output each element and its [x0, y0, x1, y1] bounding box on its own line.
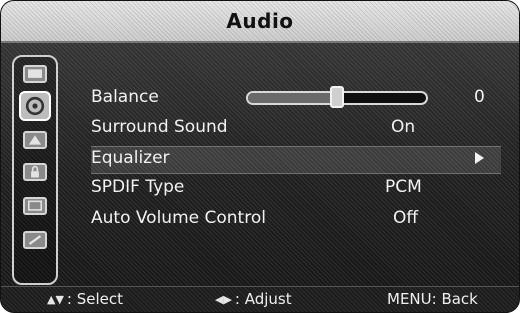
menu-item-auto-volume-control[interactable]: Auto Volume Control Off — [91, 208, 501, 234]
balance-value: 0 — [474, 87, 485, 107]
adjust-hint-text: : Adjust — [234, 290, 292, 308]
surround-sound-value: On — [391, 117, 416, 137]
submenu-arrow-icon — [475, 152, 484, 164]
window-title: Audio — [226, 9, 294, 33]
audio-icon[interactable] — [19, 91, 51, 121]
menu-item-spdif-type[interactable]: SPDIF Type PCM — [91, 177, 501, 203]
auto-volume-control-label: Auto Volume Control — [91, 208, 266, 228]
balance-label: Balance — [91, 87, 159, 107]
select-hint: ▲▼: Select — [47, 290, 123, 308]
menu-item-balance[interactable]: Balance 0 — [91, 86, 501, 113]
left-right-arrows-icon: ◀▶ — [215, 293, 232, 306]
balance-slider-thumb[interactable] — [330, 86, 344, 108]
picture-icon[interactable] — [23, 65, 47, 83]
menu-category-sidebar — [12, 55, 58, 285]
lock-icon[interactable] — [23, 163, 47, 181]
channel-icon[interactable] — [23, 131, 47, 149]
up-down-arrows-icon: ▲▼ — [47, 293, 64, 306]
osd-window: Audio Balance 0 Surround Sound On Equali… — [0, 0, 520, 313]
auto-volume-control-value: Off — [393, 208, 419, 228]
spdif-type-value: PCM — [385, 177, 422, 197]
setup-icon[interactable] — [23, 197, 47, 215]
menu-back-hint: MENU: Back — [387, 290, 478, 308]
adjust-hint: ◀▶: Adjust — [215, 290, 292, 308]
menu-item-equalizer[interactable]: Equalizer — [91, 146, 501, 174]
footer-hint-bar: ▲▼: Select ◀▶: Adjust MENU: Back — [1, 286, 519, 312]
menu-item-surround-sound[interactable]: Surround Sound On — [91, 117, 501, 143]
equalizer-label: Equalizer — [91, 148, 170, 168]
balance-slider-fill — [248, 93, 339, 103]
spdif-type-label: SPDIF Type — [91, 177, 185, 197]
select-hint-text: : Select — [66, 290, 124, 308]
surround-sound-label: Surround Sound — [91, 117, 228, 137]
input-icon[interactable] — [23, 231, 47, 249]
title-bar: Audio — [1, 1, 519, 43]
